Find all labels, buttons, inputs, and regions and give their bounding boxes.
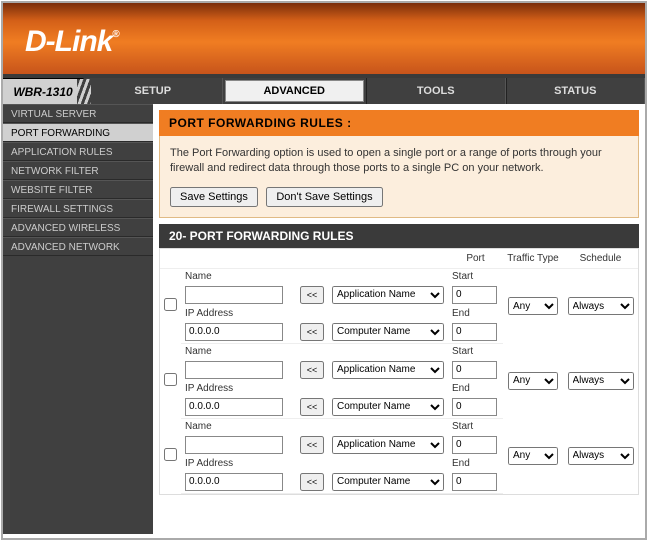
- computer-name-select[interactable]: Computer Name: [332, 398, 444, 416]
- sidebar-item-application-rules[interactable]: APPLICATION RULES: [3, 142, 153, 161]
- ip-label: IP Address: [185, 458, 233, 469]
- button-row: Save Settings Don't Save Settings: [170, 187, 628, 207]
- rules-table: Port Traffic Type Schedule Name Start An…: [159, 248, 639, 495]
- end-label: End: [452, 308, 470, 319]
- application-name-select[interactable]: Application Name: [332, 286, 444, 304]
- computer-name-select[interactable]: Computer Name: [332, 323, 444, 341]
- copy-app-button[interactable]: <<: [300, 361, 324, 379]
- ip-address-input[interactable]: [185, 473, 283, 491]
- start-port-input[interactable]: [452, 436, 497, 454]
- model-box: WBR-1310: [3, 78, 83, 104]
- schedule-select[interactable]: Always: [568, 447, 634, 465]
- name-input[interactable]: [185, 361, 283, 379]
- sidebar-item-label: VIRTUAL SERVER: [11, 109, 96, 120]
- sidebar-item-firewall-settings[interactable]: FIREWALL SETTINGS: [3, 199, 153, 218]
- start-port-input[interactable]: [452, 286, 497, 304]
- copy-computer-button[interactable]: <<: [300, 473, 324, 491]
- traffic-type-select[interactable]: Any: [508, 447, 558, 465]
- start-label: Start: [452, 271, 473, 282]
- sidebar-item-label: FIREWALL SETTINGS: [11, 204, 113, 215]
- start-label: Start: [452, 421, 473, 432]
- schedule-select[interactable]: Always: [568, 372, 634, 390]
- tab-advanced-label: ADVANCED: [263, 85, 325, 97]
- tab-advanced[interactable]: ADVANCED: [225, 80, 365, 102]
- name-input[interactable]: [185, 436, 283, 454]
- sidebar-item-label: NETWORK FILTER: [11, 166, 99, 177]
- tab-status-label: STATUS: [554, 85, 596, 97]
- description-text: The Port Forwarding option is used to op…: [170, 146, 628, 177]
- sidebar-item-advanced-wireless[interactable]: ADVANCED WIRELESS: [3, 218, 153, 237]
- copy-app-button[interactable]: <<: [300, 286, 324, 304]
- sidebar-item-port-forwarding[interactable]: PORT FORWARDING: [3, 123, 153, 142]
- content: PORT FORWARDING RULES : The Port Forward…: [153, 104, 645, 534]
- sidebar-item-label: ADVANCED NETWORK: [11, 242, 120, 253]
- ip-label: IP Address: [185, 383, 233, 394]
- application-name-select[interactable]: Application Name: [332, 436, 444, 454]
- start-label: Start: [452, 346, 473, 357]
- dont-save-settings-button[interactable]: Don't Save Settings: [266, 187, 382, 207]
- sidebar-item-website-filter[interactable]: WEBSITE FILTER: [3, 180, 153, 199]
- rule-enable-checkbox[interactable]: [164, 448, 177, 461]
- traffic-type-select[interactable]: Any: [508, 372, 558, 390]
- section-title: PORT FORWARDING RULES :: [159, 110, 639, 136]
- end-label: End: [452, 458, 470, 469]
- ip-address-input[interactable]: [185, 398, 283, 416]
- sidebar-item-virtual-server[interactable]: VIRTUAL SERVER: [3, 104, 153, 123]
- sidebar: VIRTUAL SERVER PORT FORWARDING APPLICATI…: [3, 104, 153, 534]
- name-label: Name: [185, 271, 212, 282]
- copy-computer-button[interactable]: <<: [300, 398, 324, 416]
- end-port-input[interactable]: [452, 398, 497, 416]
- ip-label: IP Address: [185, 308, 233, 319]
- sidebar-item-label: PORT FORWARDING: [11, 128, 110, 139]
- name-input[interactable]: [185, 286, 283, 304]
- ip-address-input[interactable]: [185, 323, 283, 341]
- computer-name-select[interactable]: Computer Name: [332, 473, 444, 491]
- tab-status[interactable]: STATUS: [506, 78, 646, 104]
- col-traffic: Traffic Type: [503, 249, 563, 269]
- name-label: Name: [185, 346, 212, 357]
- header: D-Link®: [3, 3, 645, 78]
- col-schedule: Schedule: [563, 249, 638, 269]
- col-port: Port: [448, 249, 503, 269]
- traffic-type-select[interactable]: Any: [508, 297, 558, 315]
- rules-title: 20- PORT FORWARDING RULES: [159, 224, 639, 248]
- sidebar-item-label: WEBSITE FILTER: [11, 185, 93, 196]
- rule-enable-checkbox[interactable]: [164, 373, 177, 386]
- sidebar-item-label: ADVANCED WIRELESS: [11, 223, 120, 234]
- application-name-select[interactable]: Application Name: [332, 361, 444, 379]
- sidebar-item-advanced-network[interactable]: ADVANCED NETWORK: [3, 237, 153, 256]
- name-label: Name: [185, 421, 212, 432]
- tab-bar: WBR-1310 SETUP ADVANCED TOOLS STATUS: [3, 78, 645, 104]
- copy-app-button[interactable]: <<: [300, 436, 324, 454]
- tab-setup-label: SETUP: [134, 85, 171, 97]
- tab-tools-label: TOOLS: [417, 85, 455, 97]
- sidebar-item-label: APPLICATION RULES: [11, 147, 113, 158]
- sidebar-item-network-filter[interactable]: NETWORK FILTER: [3, 161, 153, 180]
- tab-setup[interactable]: SETUP: [83, 78, 223, 104]
- rule-enable-checkbox[interactable]: [164, 298, 177, 311]
- schedule-select[interactable]: Always: [568, 297, 634, 315]
- description-box: The Port Forwarding option is used to op…: [159, 136, 639, 218]
- end-port-input[interactable]: [452, 323, 497, 341]
- logo: D-Link®: [3, 3, 645, 59]
- copy-computer-button[interactable]: <<: [300, 323, 324, 341]
- tab-tools[interactable]: TOOLS: [366, 78, 506, 104]
- start-port-input[interactable]: [452, 361, 497, 379]
- save-settings-button[interactable]: Save Settings: [170, 187, 258, 207]
- brand-text: D-Link: [25, 25, 112, 58]
- end-label: End: [452, 383, 470, 394]
- end-port-input[interactable]: [452, 473, 497, 491]
- registered-mark: ®: [112, 29, 118, 40]
- model-label: WBR-1310: [13, 85, 72, 99]
